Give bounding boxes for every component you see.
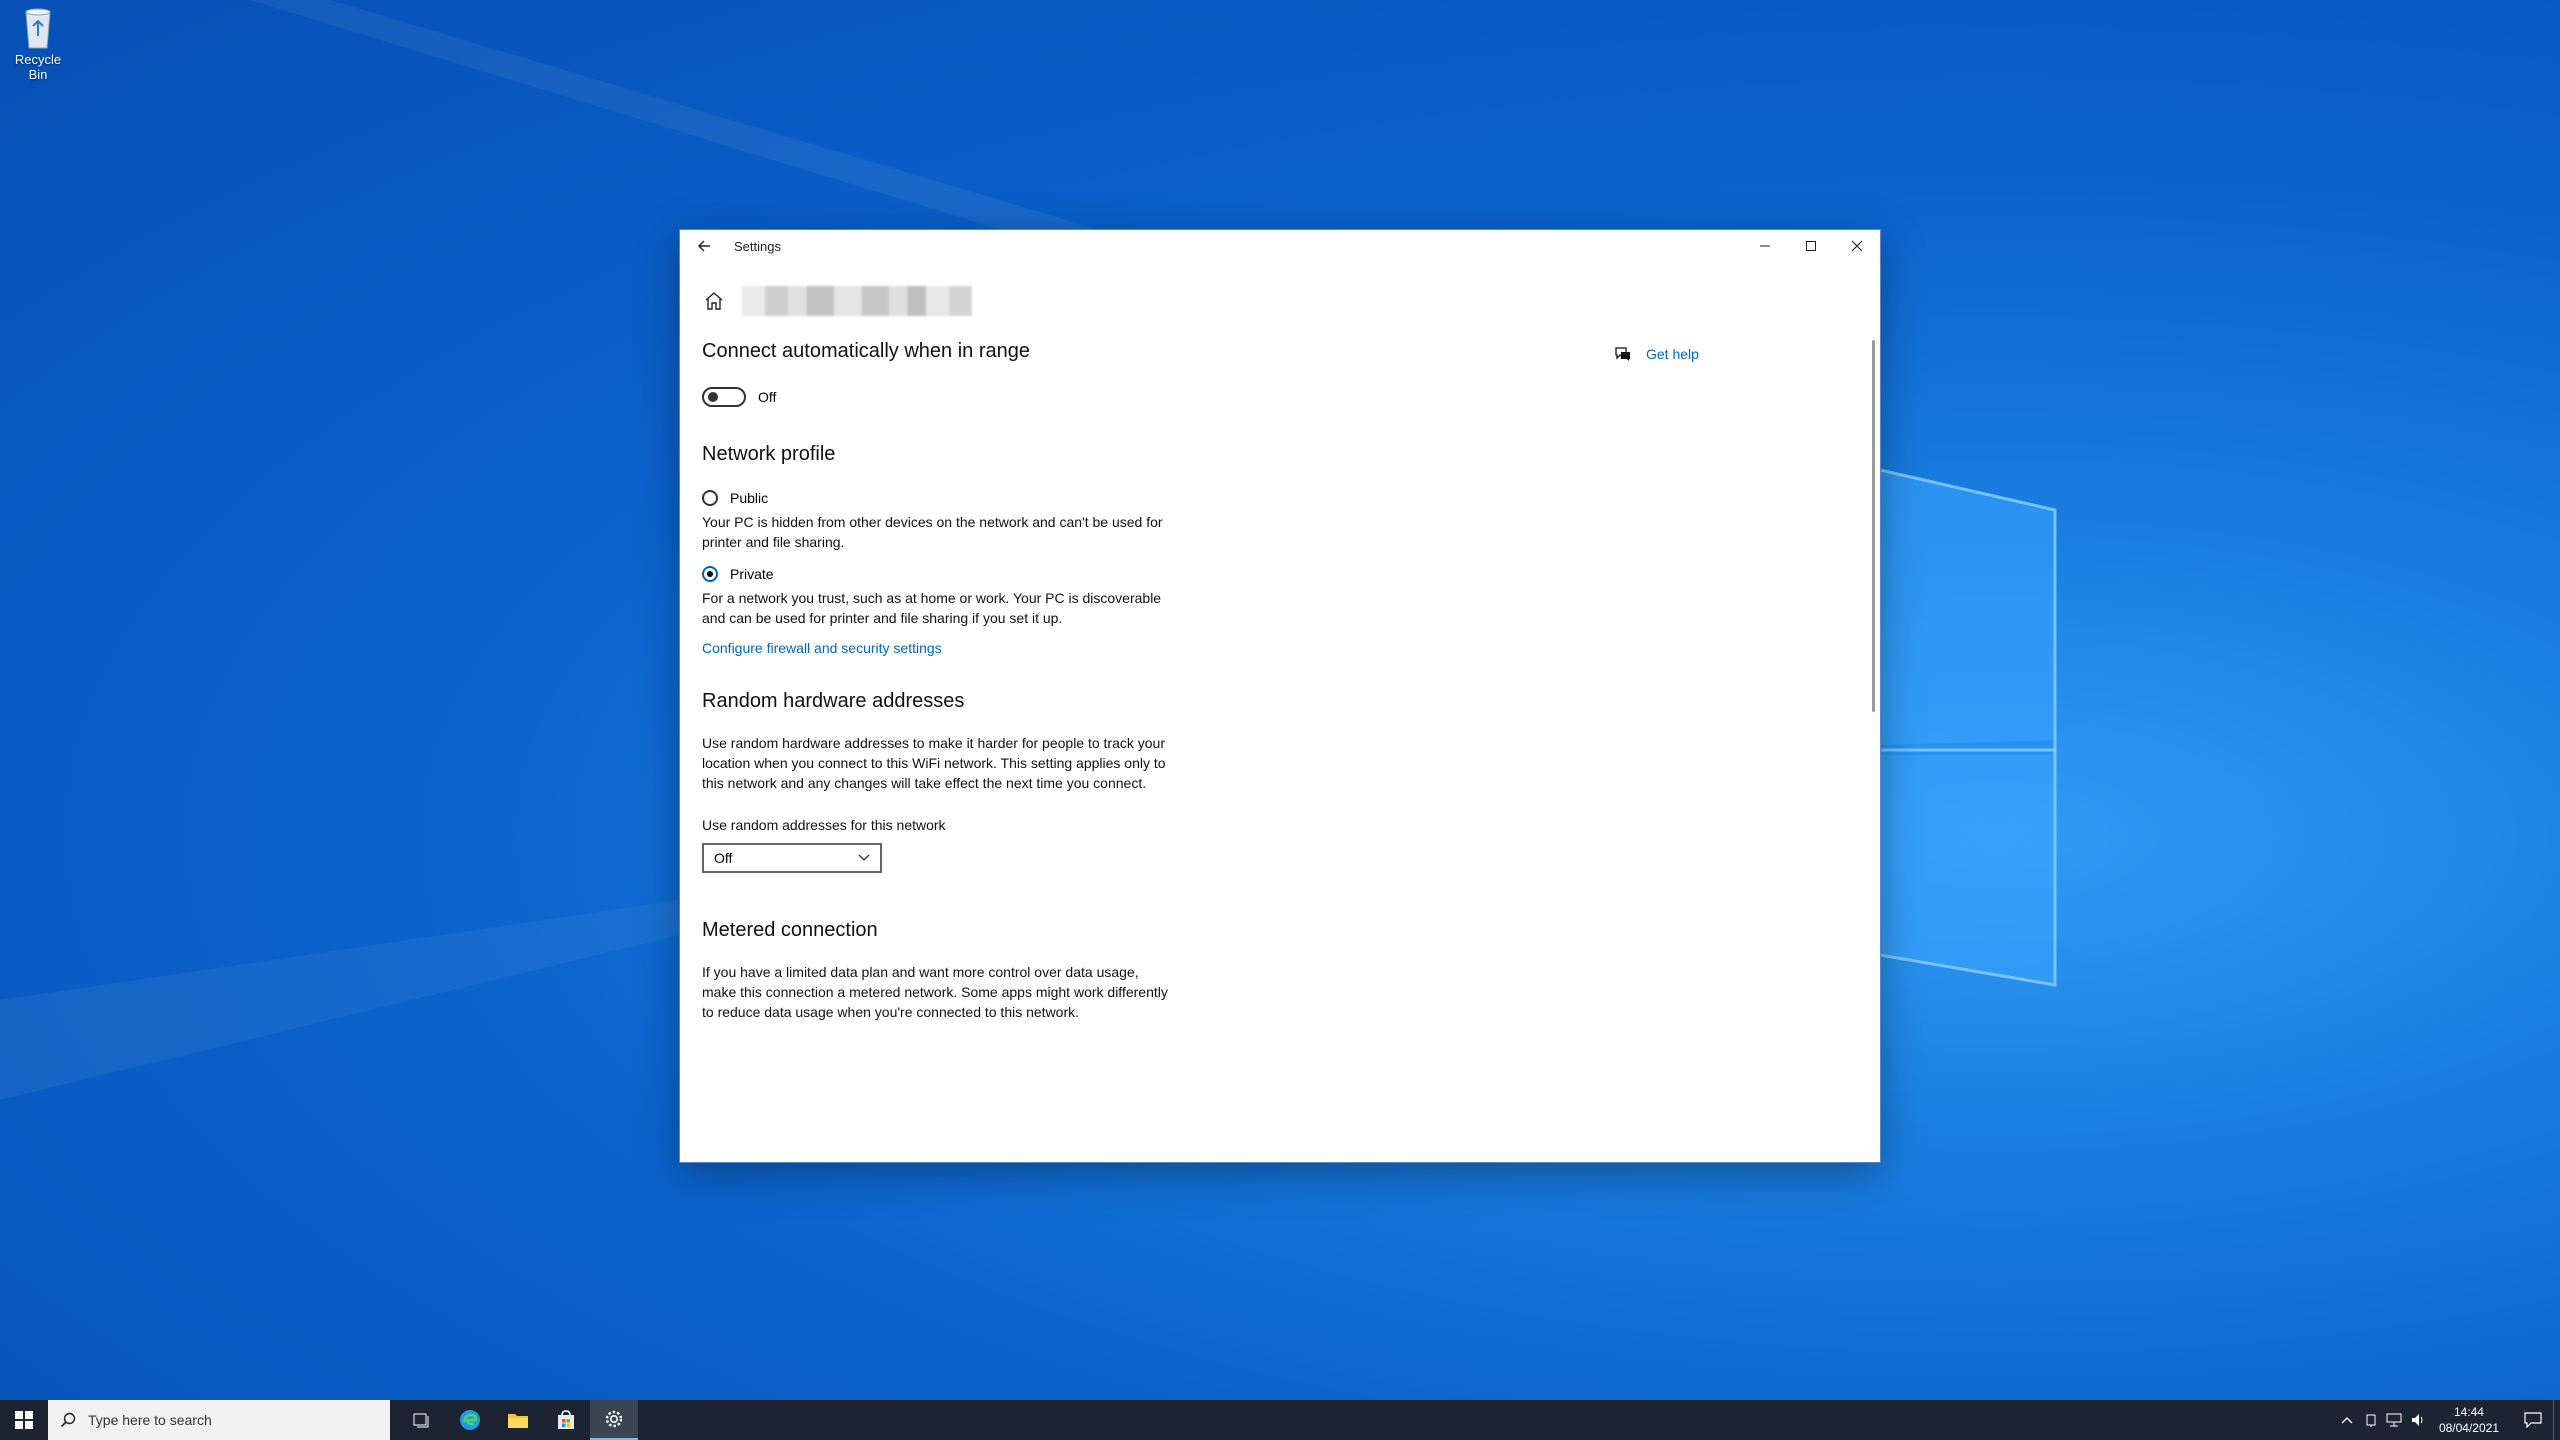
scrollbar[interactable] (1872, 340, 1875, 712)
random-hardware-heading: Random hardware addresses (702, 690, 965, 712)
file-explorer-button[interactable] (494, 1400, 542, 1440)
back-arrow-icon (698, 240, 710, 252)
clock-time: 14:44 (2453, 1405, 2484, 1419)
minimize-button[interactable] (1742, 230, 1788, 262)
store-bag-icon (558, 1410, 574, 1429)
search-placeholder: Type here to search (88, 1412, 212, 1428)
windows-logo-icon (15, 1411, 33, 1429)
back-button[interactable] (680, 230, 728, 262)
speaker-icon (2411, 1414, 2423, 1426)
minimize-icon (1760, 245, 1770, 247)
maximize-button[interactable] (1788, 230, 1834, 262)
action-center-button[interactable] (2513, 1412, 2553, 1428)
settings-taskbar-button[interactable] (590, 1400, 638, 1440)
metered-description: If you have a limited data plan and want… (702, 964, 1168, 1020)
network-button[interactable] (2383, 1413, 2407, 1427)
private-description: For a network you trust, such as at home… (702, 590, 1162, 626)
task-view-button[interactable] (398, 1400, 446, 1440)
public-description: Your PC is hidden from other devices on … (702, 514, 1163, 550)
title-bar: Settings (680, 230, 1880, 262)
public-label: Public (730, 490, 769, 506)
close-icon (1851, 240, 1863, 252)
public-radio[interactable] (702, 490, 718, 506)
edge-icon (460, 1410, 480, 1430)
folder-icon (508, 1414, 528, 1428)
recycle-bin[interactable]: Recycle Bin (4, 6, 72, 82)
chat-help-icon (1615, 347, 1630, 361)
maximize-icon (1806, 241, 1816, 251)
chevron-up-icon (2341, 1417, 2353, 1424)
usb-device-button[interactable] (2359, 1413, 2383, 1427)
random-addresses-field-label: Use random addresses for this network (702, 817, 946, 833)
settings-window: Settings Get help Connect automatically … (680, 230, 1880, 1162)
random-hardware-description: Use random hardware addresses to make it… (702, 735, 1166, 791)
chevron-down-icon (858, 854, 870, 861)
dropdown-value: Off (714, 850, 733, 866)
search-icon (60, 1412, 76, 1428)
edge-browser-button[interactable] (446, 1400, 494, 1440)
notification-icon (2524, 1412, 2542, 1428)
random-addresses-dropdown[interactable]: Off (702, 843, 882, 873)
connect-toggle-state: Off (758, 389, 777, 405)
task-view-icon (413, 1413, 429, 1428)
connect-toggle-row: Off (702, 387, 1172, 407)
usb-icon (2366, 1414, 2376, 1427)
clock-date: 08/04/2021 (2438, 1421, 2499, 1435)
private-radio-row[interactable]: Private (702, 566, 1172, 582)
private-radio[interactable] (702, 566, 718, 582)
home-icon[interactable] (702, 289, 726, 313)
store-button[interactable] (542, 1400, 590, 1440)
public-radio-row[interactable]: Public (702, 490, 1172, 506)
taskbar: Type here to search 14:44 08/04/2021 (0, 1400, 2560, 1440)
show-hidden-icons-button[interactable] (2335, 1416, 2359, 1424)
show-desktop-button[interactable] (2553, 1400, 2560, 1440)
taskbar-search-box[interactable]: Type here to search (48, 1400, 390, 1440)
connect-heading: Connect automatically when in range (702, 340, 1030, 362)
page-header (702, 286, 972, 316)
connect-toggle[interactable] (702, 387, 746, 407)
gear-icon (605, 1410, 623, 1428)
settings-content: Connect automatically when in range Off … (702, 340, 1172, 1022)
network-icon (2386, 1413, 2402, 1427)
system-tray: 14:44 08/04/2021 (2335, 1400, 2560, 1440)
private-label: Private (730, 566, 774, 582)
start-button[interactable] (0, 1400, 48, 1440)
recycle-bin-icon (25, 8, 51, 49)
volume-button[interactable] (2407, 1413, 2431, 1427)
window-title: Settings (734, 238, 781, 254)
network-profile-heading: Network profile (702, 443, 836, 465)
get-help-link[interactable]: Get help (1614, 345, 1699, 363)
toggle-knob (708, 392, 718, 402)
close-button[interactable] (1834, 230, 1880, 262)
get-help-label: Get help (1646, 346, 1699, 362)
clock[interactable]: 14:44 08/04/2021 (2439, 1404, 2499, 1436)
recycle-bin-label: Recycle Bin (14, 52, 62, 82)
metered-heading: Metered connection (702, 919, 878, 941)
firewall-settings-link[interactable]: Configure firewall and security settings (702, 640, 1172, 656)
redacted-network-name (742, 286, 972, 316)
